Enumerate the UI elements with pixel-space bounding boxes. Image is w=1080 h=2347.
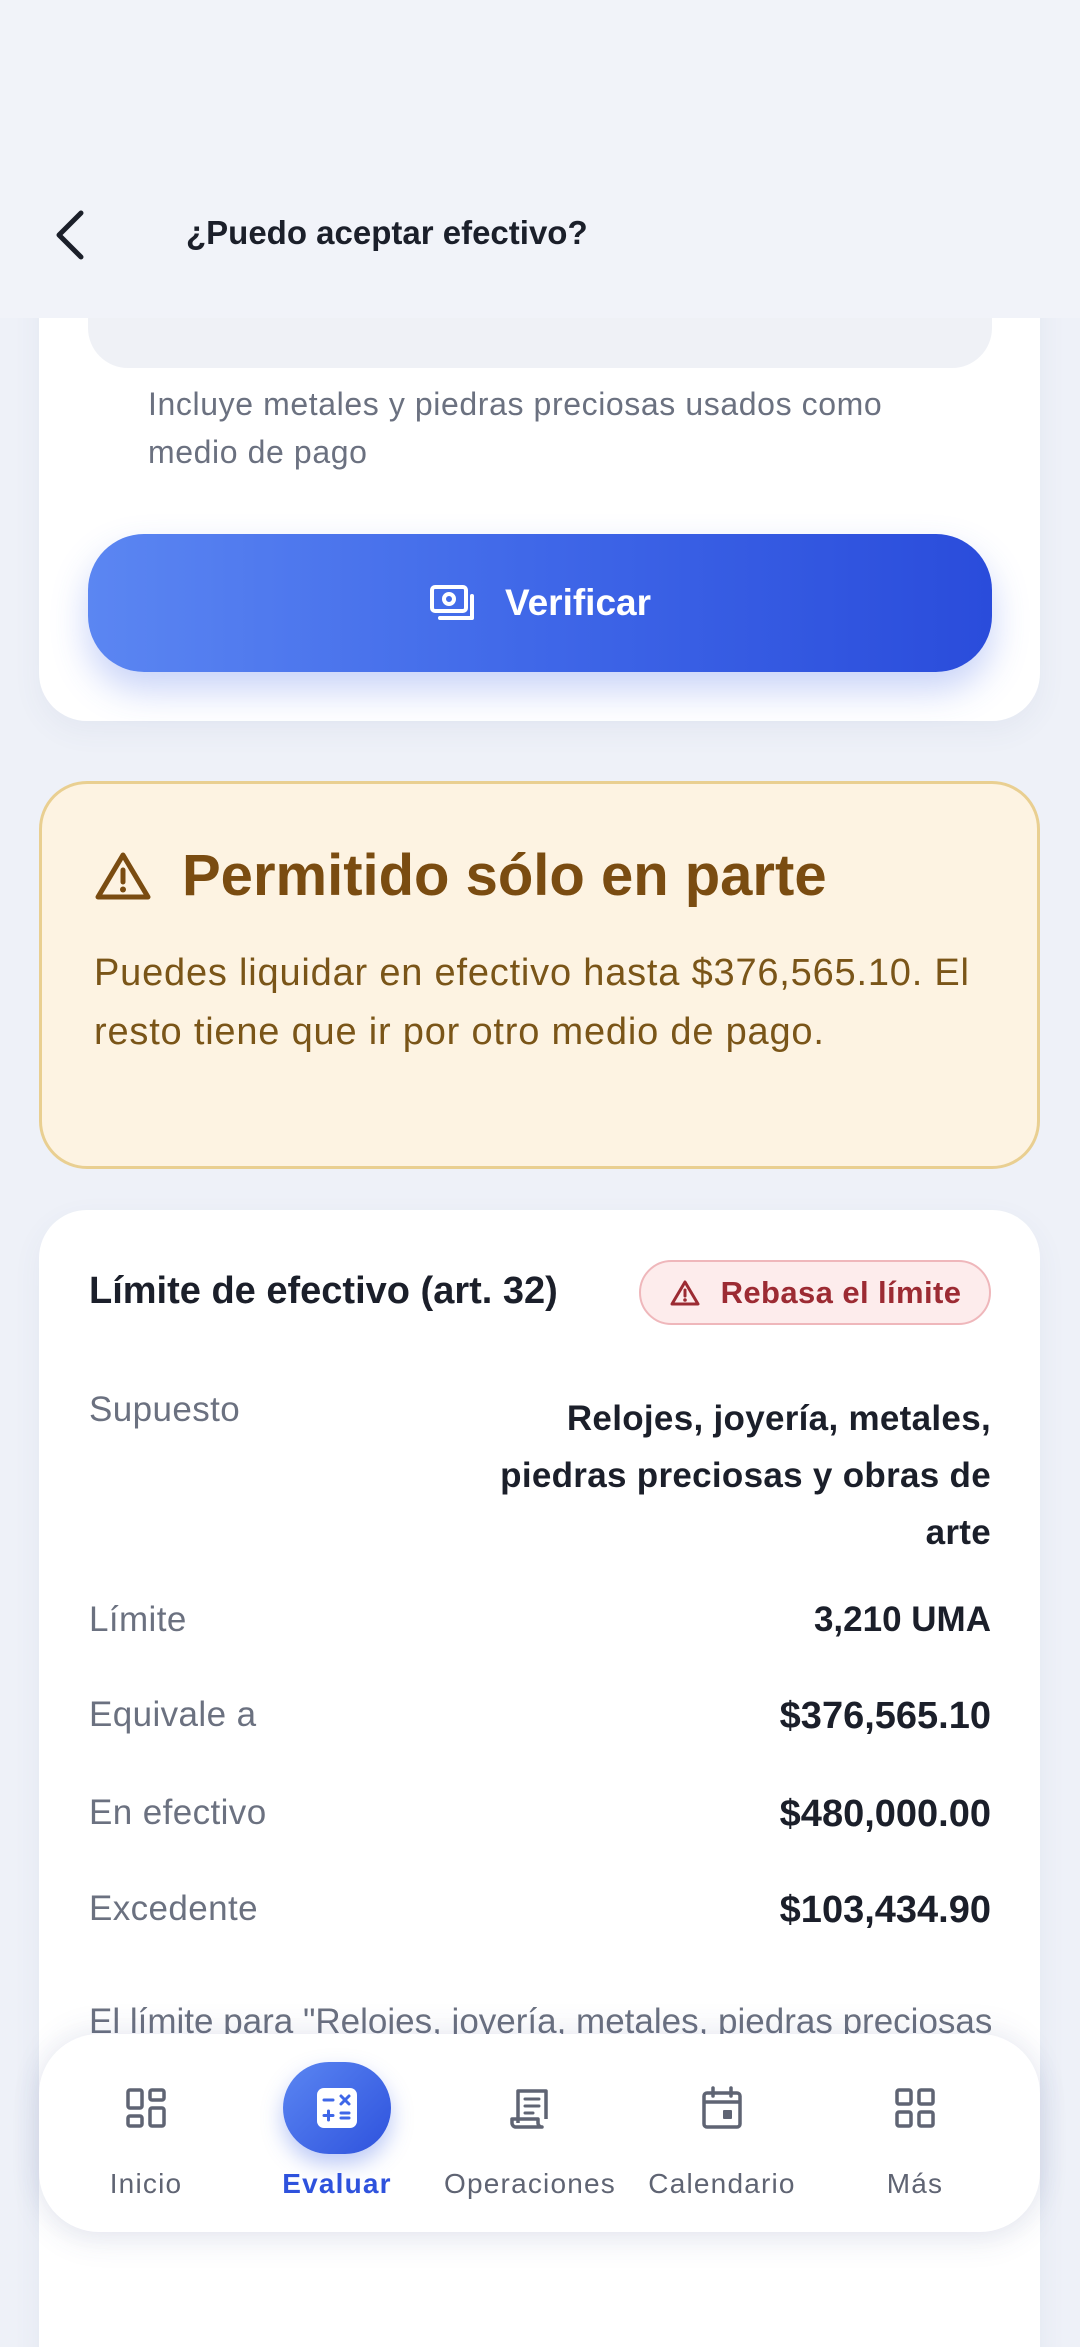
detail-label: Límite [89,1600,187,1639]
verify-button[interactable]: Verificar [88,534,992,672]
app-header: ¿Puedo aceptar efectivo? [0,0,1080,318]
detail-value: Relojes, joyería, metales, piedras preci… [500,1399,991,1552]
nav-item-mas[interactable]: Más [820,2062,1010,2212]
nav-label: Calendario [648,2168,796,2199]
detail-row-supuesto: Supuesto Relojes, joyería, metales, pied… [89,1390,991,1561]
result-title: Permitido sólo en parte [182,843,827,908]
detail-row-limite: Límite 3,210 UMA [89,1600,991,1640]
detail-row-equivale: Equivale a $376,565.10 [89,1695,991,1738]
nav-label: Inicio [109,2168,183,2199]
nav-label: Operaciones [444,2168,616,2199]
nav-label: Evaluar [282,2168,392,2199]
nav-item-calendario[interactable]: Calendario [627,2062,817,2212]
detail-label: Equivale a [89,1695,257,1734]
detail-value: $376,565.10 [779,1695,991,1737]
result-message: Puedes liquidar en efectivo hasta $376,5… [94,952,970,1053]
calculator-icon [283,2062,391,2154]
chevron-left-icon [56,210,84,260]
limit-card-title: Límite de efectivo (art. 32) [89,1270,558,1312]
field-helper-text: Incluye metales y piedras preciosas usad… [148,386,883,470]
warning-icon [670,1280,700,1305]
dashboard-icon [92,2062,200,2154]
back-button[interactable] [40,200,100,270]
grid-icon [861,2062,969,2154]
detail-value: 3,210 UMA [813,1600,991,1639]
warning-icon [95,852,151,899]
detail-value: $480,000.00 [779,1793,991,1835]
bottom-nav: Inicio Evaluar Operaciones Calendario Má… [39,2034,1040,2232]
result-title-row: Permitido sólo en parte [94,842,827,909]
detail-label: En efectivo [89,1793,267,1832]
calendar-icon [668,2062,776,2154]
nav-item-evaluar[interactable]: Evaluar [242,2062,432,2212]
status-badge: Rebasa el límite [639,1260,991,1325]
nav-item-operaciones[interactable]: Operaciones [435,2062,625,2212]
detail-value: $103,434.90 [779,1889,991,1931]
cash-icon [429,585,474,620]
status-badge-label: Rebasa el límite [720,1274,962,1310]
page-title: ¿Puedo aceptar efectivo? [186,214,588,251]
receipt-icon [476,2062,584,2154]
detail-row-excedente: Excedente $103,434.90 [89,1889,991,1932]
detail-label: Excedente [89,1889,258,1928]
detail-row-efectivo: En efectivo $480,000.00 [89,1793,991,1836]
nav-item-inicio[interactable]: Inicio [51,2062,241,2212]
verify-button-label: Verificar [504,582,652,623]
detail-label: Supuesto [89,1390,241,1429]
nav-label: Más [886,2168,944,2199]
result-alert: Permitido sólo en parte Puedes liquidar … [39,781,1040,1169]
